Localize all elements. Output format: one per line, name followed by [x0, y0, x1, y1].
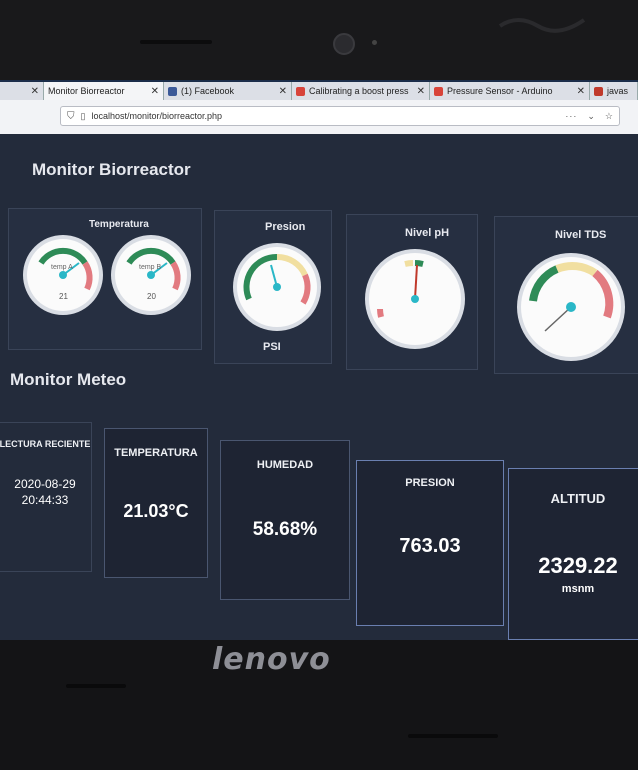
page-icon: ▯ [80, 110, 86, 121]
temperatura-panel: Temperatura temp A 21 temp B 20 [8, 208, 202, 350]
altitud-title: ALTITUD [550, 491, 606, 506]
close-icon[interactable]: ✕ [151, 86, 159, 97]
lenovo-logo: lenovo [212, 642, 331, 677]
temp-b-gauge: temp B 20 [111, 235, 191, 315]
presion-unit: PSI [263, 341, 281, 353]
biorreactor-title: Monitor Biorreactor [32, 160, 191, 179]
tab-label: Pressure Sensor - Arduino [447, 86, 553, 96]
close-icon[interactable]: ✕ [577, 86, 585, 97]
presion-gauge [233, 243, 321, 331]
tab-label: (1) Facebook [181, 86, 235, 96]
altitud-unit: msnm [561, 583, 595, 595]
temperatura-title: Temperatura [89, 219, 149, 230]
lectura-time: 20:44:33 [21, 493, 69, 507]
hinge-right [408, 734, 498, 738]
altitud-value: 2329.22 [538, 553, 618, 578]
bezel-ridge [498, 18, 586, 33]
ph-panel: Nivel pH [346, 214, 478, 370]
tab-facebook[interactable]: (1) Facebook ✕ [164, 82, 292, 100]
tab-bar: ✕ Monitor Biorreactor ✕ (1) Facebook ✕ C… [0, 80, 638, 100]
youtube-icon [296, 86, 305, 96]
tds-panel: Nivel TDS [494, 216, 638, 374]
tab-pressure-sensor[interactable]: Pressure Sensor - Arduino ✕ [430, 82, 590, 100]
humedad-title: HUMEDAD [256, 459, 314, 471]
lectura-title: LECTURA RECIENTE [0, 439, 91, 449]
lectura-date: 2020-08-29 [14, 477, 76, 491]
lectura-card: LECTURA RECIENTE 2020-08-29 20:44:33 [0, 422, 92, 572]
nav-bar: ⛉ ▯ localhost/monitor/biorreactor.php ··… [0, 100, 638, 134]
tds-gauge [517, 253, 625, 361]
close-icon[interactable]: ✕ [417, 86, 425, 97]
temp-a-gauge: temp A 21 [23, 235, 103, 315]
pocket-icon[interactable]: ⌄ [587, 111, 595, 122]
temp-a-value: 21 [59, 292, 68, 301]
tab-javas[interactable]: javas [590, 82, 638, 100]
screen: ✕ Monitor Biorreactor ✕ (1) Facebook ✕ C… [0, 80, 638, 640]
hinge-left [66, 684, 126, 688]
meteo-title: Monitor Meteo [10, 370, 127, 389]
more-icon[interactable]: ··· [565, 111, 577, 121]
temperatura-card: TEMPERATURA 21.03°C [104, 428, 208, 578]
humedad-value: 58.68% [252, 519, 318, 540]
speaker-slot [140, 40, 212, 44]
presion-card-title: PRESION [405, 477, 455, 489]
laptop-top-bezel [0, 0, 638, 80]
tab-previous[interactable]: ✕ [0, 82, 44, 100]
shield-icon: ⛉ [67, 110, 75, 122]
presion-card: PRESION 763.03 [356, 460, 504, 626]
close-icon[interactable]: ✕ [31, 86, 39, 97]
url-bar[interactable]: ⛉ ▯ localhost/monitor/biorreactor.php ··… [60, 106, 620, 126]
ph-gauge [365, 249, 465, 349]
ph-title: Nivel pH [405, 227, 450, 239]
temp-b-label: temp B [139, 264, 162, 271]
dashboard-page: Monitor Biorreactor Temperatura temp A 2… [0, 134, 638, 640]
tab-calibrating[interactable]: Calibrating a boost press ✕ [292, 82, 430, 100]
presion-panel: Presion PSI [214, 210, 332, 364]
tab-label: Calibrating a boost press [309, 86, 409, 96]
close-icon[interactable]: ✕ [279, 86, 287, 97]
site-icon [594, 86, 603, 96]
humedad-card: HUMEDAD 58.68% [220, 440, 350, 600]
webcam-led [372, 40, 377, 45]
tab-label: Monitor Biorreactor [48, 86, 125, 96]
altitud-card: ALTITUD 2329.22 msnm [508, 468, 638, 640]
tds-title: Nivel TDS [555, 229, 607, 241]
presion-card-value: 763.03 [399, 535, 461, 557]
tab-label: javas [607, 86, 629, 96]
url-text: localhost/monitor/biorreactor.php [91, 111, 223, 121]
youtube-icon [434, 86, 443, 96]
temp-a-label: temp A [51, 264, 73, 271]
temperatura-card-title: TEMPERATURA [114, 447, 198, 459]
presion-title: Presion [265, 221, 306, 233]
temp-b-value: 20 [147, 292, 156, 301]
bookmark-star-icon[interactable]: ☆ [605, 111, 613, 122]
facebook-icon [168, 86, 177, 96]
webcam [333, 33, 355, 55]
temperatura-card-value: 21.03°C [123, 501, 189, 521]
tab-monitor-biorreactor[interactable]: Monitor Biorreactor ✕ [44, 82, 164, 100]
